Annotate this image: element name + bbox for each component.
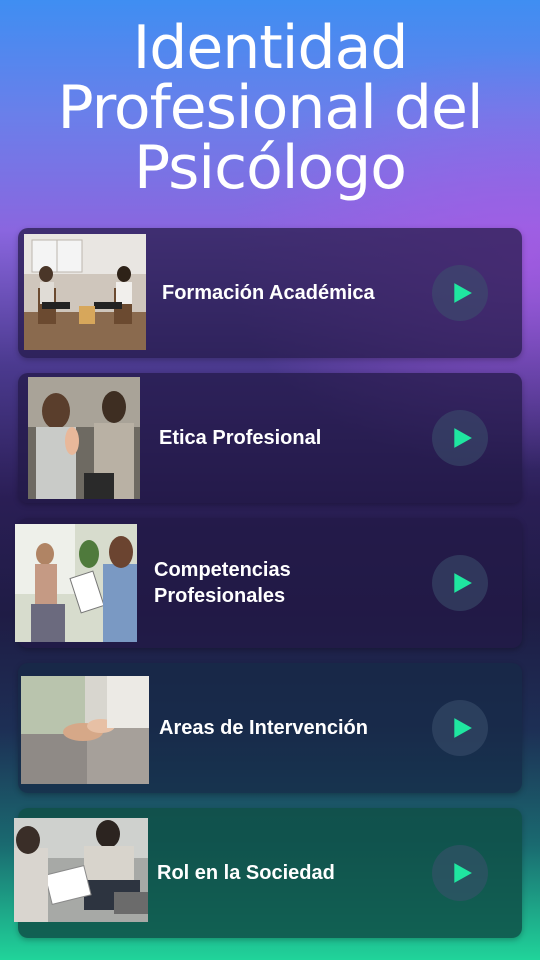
topic-label: Etica Profesional xyxy=(159,427,322,449)
therapy-session-thumbnail xyxy=(24,234,146,350)
play-icon xyxy=(453,573,472,593)
play-icon xyxy=(453,718,472,738)
topic-label: Areas de Intervención xyxy=(159,717,368,739)
play-button[interactable] xyxy=(432,555,488,611)
play-icon xyxy=(453,283,472,303)
counseling-notes-thumbnail xyxy=(15,524,137,642)
topic-list: Formación Académica Etica Profesional Co… xyxy=(14,228,522,953)
therapist-notes-thumbnail xyxy=(14,818,148,922)
play-button[interactable] xyxy=(432,410,488,466)
topic-label: Rol en la Sociedad xyxy=(157,862,335,884)
play-icon xyxy=(453,863,472,883)
topic-card-formacion-academica[interactable]: Formación Académica xyxy=(18,228,522,358)
holding-hands-thumbnail xyxy=(21,676,149,784)
topic-card-rol-sociedad[interactable]: Rol en la Sociedad xyxy=(14,808,522,938)
play-button[interactable] xyxy=(432,845,488,901)
page-title: Identidad Profesional del Psicólogo xyxy=(57,13,483,203)
topic-label: Competencias Profesionales xyxy=(154,559,291,607)
topic-card-etica-profesional[interactable]: Etica Profesional xyxy=(18,373,522,503)
topic-label: Formación Académica xyxy=(162,282,375,304)
topic-card-areas-intervencion[interactable]: Areas de Intervención xyxy=(18,663,522,793)
topic-card-competencias-profesionales[interactable]: Competencias Profesionales xyxy=(15,518,522,648)
play-button[interactable] xyxy=(432,700,488,756)
play-icon xyxy=(453,428,472,448)
play-button[interactable] xyxy=(432,265,488,321)
conversation-thumbnail xyxy=(28,377,140,499)
